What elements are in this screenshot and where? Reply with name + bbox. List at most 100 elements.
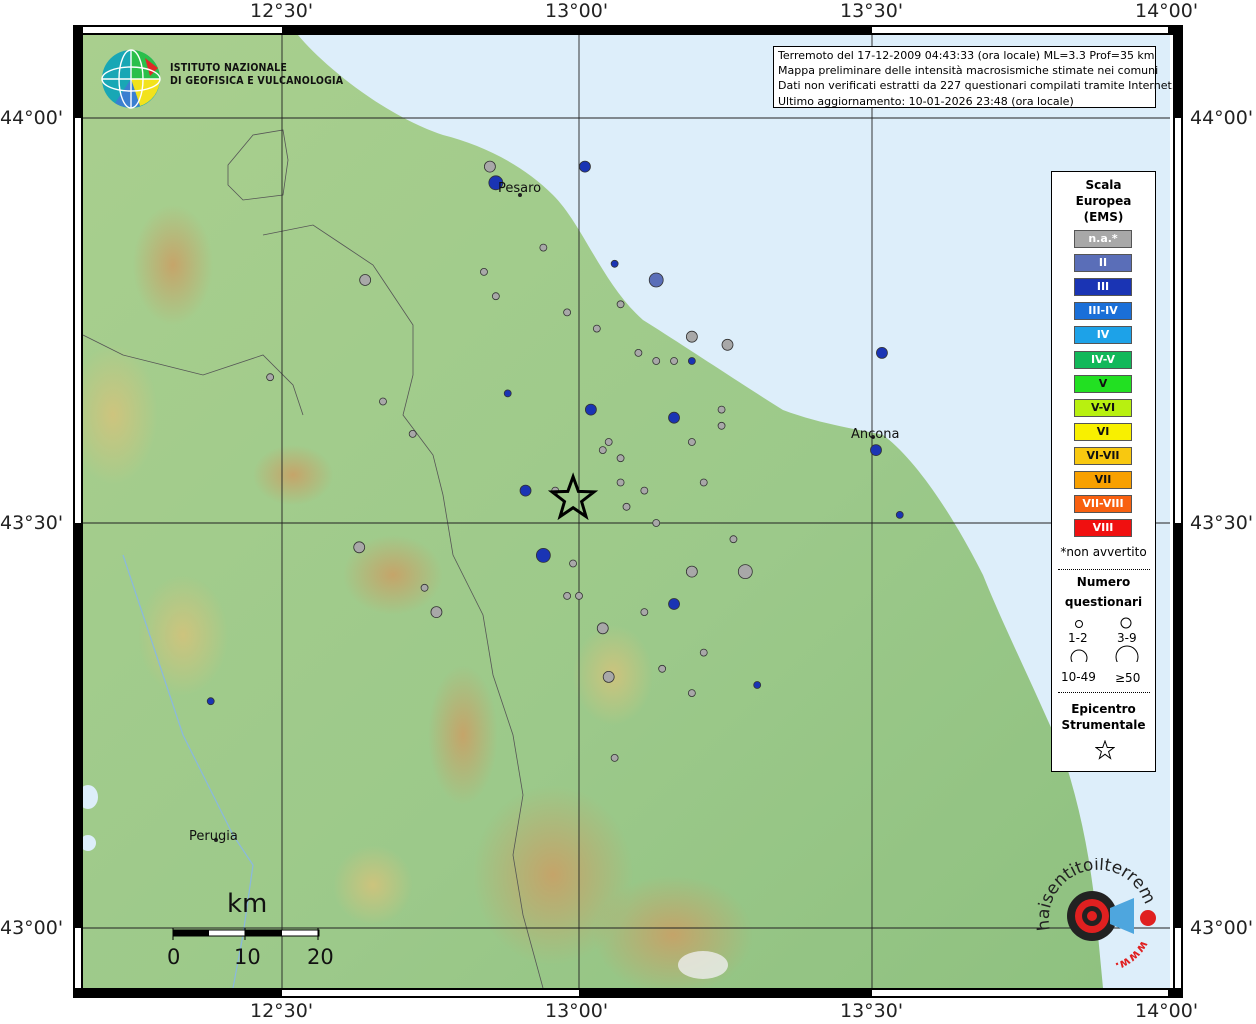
scale-bar (172, 928, 320, 940)
legend-swatch-ii: II (1074, 254, 1132, 273)
legend-swatch-iv: IV (1074, 326, 1132, 345)
legend-swatch-v-vi: V-VI (1074, 398, 1132, 417)
tick-top-2: 13°00' (545, 0, 609, 22)
frame-seg (579, 27, 872, 33)
tick-top-3: 13°30' (840, 0, 904, 22)
intensity-point[interactable] (569, 559, 577, 568)
legend-title-2: Europea (1075, 194, 1132, 208)
intensity-point[interactable] (640, 486, 649, 495)
intensity-point[interactable] (687, 689, 696, 697)
intensity-point[interactable] (668, 598, 680, 610)
intensity-point[interactable] (480, 267, 488, 276)
legend-size-4: ≥50 (1115, 671, 1141, 685)
intensity-point[interactable] (420, 583, 429, 592)
frame-seg (1175, 118, 1181, 523)
intensity-point[interactable] (648, 272, 664, 288)
hill (133, 205, 213, 325)
intensity-point[interactable] (563, 592, 572, 600)
intensity-point[interactable] (584, 403, 597, 416)
intensity-point[interactable] (753, 681, 762, 689)
intensity-point[interactable] (668, 411, 680, 424)
intensity-point[interactable] (602, 671, 615, 683)
legend-size-1: 1-2 (1068, 631, 1088, 645)
tick-top-4: 14°00' (1135, 0, 1199, 22)
intensity-point[interactable] (206, 697, 215, 706)
tick-left-1: 44°00' (0, 107, 64, 129)
legend-swatch-vii-viii: VII-VIII (1074, 495, 1132, 514)
legend-swatch-vi-vii: VI-VII (1074, 446, 1132, 465)
intensity-point[interactable] (408, 429, 417, 438)
intensity-point[interactable] (598, 446, 607, 455)
legend-swatch-iv-v: IV-V (1074, 350, 1132, 369)
intensity-point[interactable] (579, 160, 591, 173)
intensity-point[interactable] (519, 484, 532, 497)
tick-bottom-4: 14°00' (1135, 1000, 1199, 1022)
intensity-point[interactable] (610, 259, 619, 268)
intensity-point[interactable] (658, 664, 667, 673)
intensity-point[interactable] (737, 564, 753, 579)
legend-divider (1058, 569, 1150, 570)
event-info-box: Terremoto del 17-12-2009 04:43:33 (ora l… (773, 46, 1175, 108)
intensity-point[interactable] (535, 548, 551, 563)
intensity-point[interactable] (596, 622, 609, 635)
intensity-point[interactable] (717, 421, 726, 430)
intensity-point[interactable] (685, 330, 698, 343)
intensity-point[interactable] (539, 243, 548, 252)
intensity-point[interactable] (634, 348, 643, 357)
intensity-point[interactable] (870, 444, 882, 457)
legend-note: *non avvertito (1060, 545, 1147, 559)
intensity-point[interactable] (503, 389, 512, 398)
intensity-point[interactable] (652, 519, 661, 527)
intensity-point[interactable] (616, 454, 625, 463)
intensity-point[interactable] (685, 565, 698, 578)
logo-text: ISTITUTO NAZIONALE DI GEOFISICA E VULCAN… (170, 62, 343, 88)
legend-swatch-viii: VIII (1074, 519, 1132, 538)
map-canvas[interactable] (83, 35, 1170, 988)
intensity-point[interactable] (575, 592, 583, 600)
intensity-point[interactable] (266, 373, 275, 382)
legend-divider (1058, 692, 1150, 693)
legend-swatch-iii-iv: III-IV (1074, 302, 1132, 321)
intensity-point[interactable] (687, 438, 696, 446)
intensity-point[interactable] (616, 478, 625, 487)
intensity-point[interactable] (563, 308, 572, 317)
intensity-point[interactable] (491, 292, 500, 301)
intensity-point[interactable] (616, 300, 625, 309)
intensity-point[interactable] (604, 438, 613, 446)
frame-seg (872, 27, 1168, 33)
intensity-point[interactable] (652, 357, 661, 365)
intensity-point[interactable] (353, 541, 366, 554)
intensity-point[interactable] (622, 502, 631, 511)
intensity-point[interactable] (717, 405, 726, 414)
tick-bottom-3: 13°30' (840, 1000, 904, 1022)
tick-right-3: 43°00' (1190, 917, 1254, 939)
legend-size-2: 3-9 (1117, 631, 1137, 645)
intensity-point[interactable] (699, 478, 708, 487)
legend-epi-title-1: Epicentro (1071, 702, 1136, 716)
intensity-point[interactable] (483, 160, 496, 173)
intensity-point[interactable] (379, 397, 387, 406)
intensity-point[interactable] (895, 510, 904, 519)
intensity-point[interactable] (687, 357, 696, 365)
intensity-point[interactable] (699, 648, 708, 657)
intensity-point[interactable] (610, 754, 619, 762)
event-info-line-4: Ultimo aggiornamento: 10-01-2026 23:48 (… (778, 94, 1074, 108)
city-label-pesaro: Pesaro (498, 181, 542, 196)
legend-size-title-2: questionari (1064, 595, 1143, 609)
event-info-line-2: Mappa preliminare delle intensità macros… (778, 64, 1159, 78)
scale-unit: km (227, 889, 268, 919)
intensity-point[interactable] (670, 357, 678, 365)
legend-panel: Scala Europea (EMS) n.a.* II III III-IV IV IV… (1051, 171, 1156, 772)
intensity-point[interactable] (592, 324, 601, 333)
haisentito-stamp-icon: haisentitoilterremoto.it www. (1036, 858, 1159, 974)
intensity-point[interactable] (876, 346, 888, 359)
legend-title: Scala Europea (EMS) (1052, 177, 1155, 225)
frame-seg (1175, 928, 1181, 988)
intensity-point[interactable] (359, 274, 372, 286)
tick-top-1: 12°30' (250, 0, 314, 22)
scale-tick-20: 20 (307, 945, 334, 969)
intensity-point[interactable] (640, 608, 649, 616)
intensity-point[interactable] (729, 535, 738, 544)
intensity-point[interactable] (721, 338, 734, 351)
intensity-point[interactable] (430, 606, 443, 618)
